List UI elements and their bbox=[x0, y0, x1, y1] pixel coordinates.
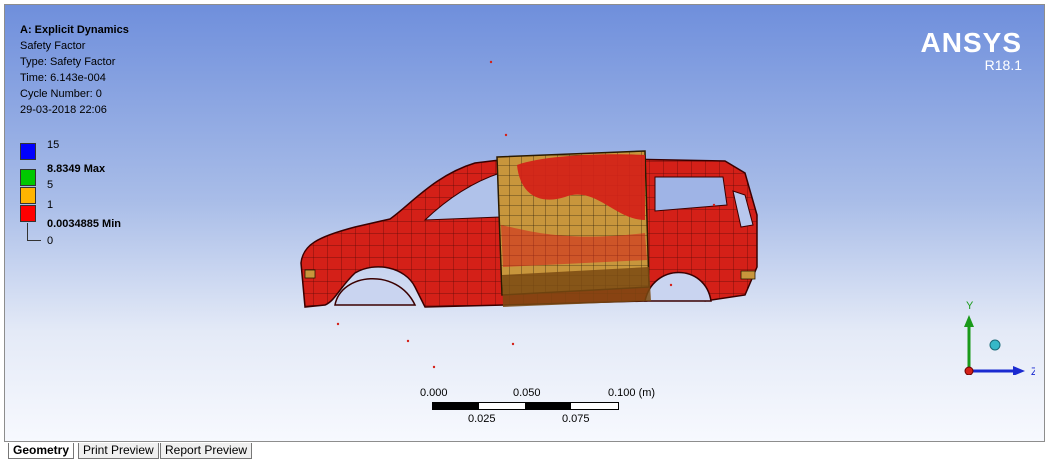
scale-label-075: 0.075 bbox=[562, 413, 590, 425]
y-axis-arrowhead-icon bbox=[964, 315, 974, 327]
isometric-view-ball-icon bbox=[989, 339, 1001, 351]
debris-point bbox=[673, 211, 677, 215]
triad-origin-icon bbox=[964, 366, 974, 375]
car-body-mesh-model[interactable] bbox=[5, 5, 1045, 442]
debris-point bbox=[489, 60, 493, 64]
z-axis-label: Z bbox=[1031, 366, 1035, 375]
z-axis-arrowhead-icon bbox=[1013, 366, 1025, 375]
debris-point bbox=[336, 322, 340, 326]
scale-label-050: 0.050 bbox=[513, 387, 541, 399]
scale-label-100: 0.100 (m) bbox=[608, 387, 656, 399]
debris-point bbox=[406, 339, 410, 343]
scale-label-0: 0.000 bbox=[420, 387, 448, 399]
debris-point bbox=[669, 283, 673, 287]
tab-report-preview[interactable]: Report Preview bbox=[160, 443, 253, 459]
tab-print-preview[interactable]: Print Preview bbox=[78, 443, 159, 459]
tab-geometry[interactable]: Geometry bbox=[8, 443, 75, 459]
view-tab-bar: Geometry Print Preview Report Preview bbox=[4, 443, 1045, 459]
coordinate-triad[interactable]: Y Z bbox=[955, 295, 1035, 375]
rear-window-opening bbox=[654, 176, 728, 212]
debris-point bbox=[432, 365, 436, 369]
scale-label-025: 0.025 bbox=[468, 413, 496, 425]
y-axis-label: Y bbox=[966, 300, 974, 312]
debris-point bbox=[504, 133, 508, 137]
debris-point bbox=[712, 203, 716, 207]
scale-bar: 0.000 0.050 0.100 (m) 0.025 0.075 bbox=[410, 387, 670, 427]
graphics-viewport[interactable]: A: Explicit Dynamics Safety Factor Type:… bbox=[4, 4, 1045, 442]
debris-point bbox=[683, 269, 687, 273]
debris-point bbox=[511, 342, 515, 346]
scale-bar-frame bbox=[432, 402, 619, 410]
taillight bbox=[740, 270, 756, 280]
headlight bbox=[304, 269, 316, 279]
